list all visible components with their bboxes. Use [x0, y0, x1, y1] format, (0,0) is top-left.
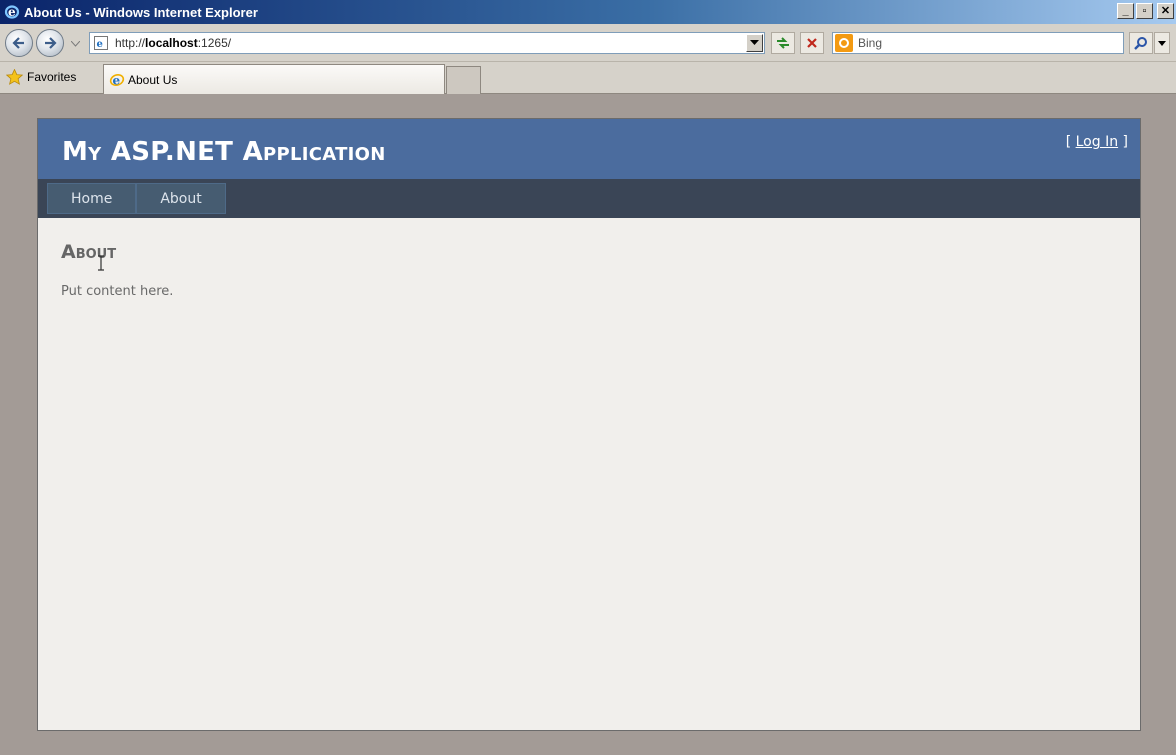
- search-button[interactable]: [1129, 32, 1153, 54]
- login-display: [ Log In ]: [1065, 134, 1128, 150]
- page-heading: About: [61, 241, 117, 263]
- site-menu: Home About: [38, 179, 1140, 218]
- favorites-label: Favorites: [27, 70, 77, 84]
- page-body-text: Put content here.: [61, 284, 174, 299]
- search-options-dropdown[interactable]: [1154, 32, 1170, 54]
- window-title: About Us - Windows Internet Explorer: [24, 4, 258, 20]
- tab-label: About Us: [128, 72, 178, 87]
- chevron-down-icon: [750, 40, 759, 45]
- login-link[interactable]: Log In: [1076, 134, 1118, 150]
- back-arrow-icon: [12, 37, 24, 49]
- minimize-button[interactable]: _: [1117, 3, 1134, 19]
- window-title-bar[interactable]: e About Us - Windows Internet Explorer _…: [0, 0, 1176, 24]
- favorites-bar: Favorites e About Us: [0, 62, 1176, 94]
- favorites-button[interactable]: Favorites: [6, 69, 76, 85]
- address-toolbar: e http://localhost:1265/ Bing: [0, 24, 1176, 62]
- site-title: My ASP.NET Application: [62, 137, 386, 167]
- back-button[interactable]: [5, 29, 33, 57]
- new-tab-button[interactable]: [446, 66, 481, 94]
- stop-button[interactable]: [800, 32, 824, 54]
- svg-text:e: e: [97, 39, 103, 50]
- tab-about-us[interactable]: e About Us: [103, 64, 445, 94]
- forward-arrow-icon: [45, 37, 57, 49]
- chevron-down-icon: [70, 41, 80, 47]
- maximize-button[interactable]: ▫: [1136, 3, 1153, 19]
- star-icon: [6, 69, 23, 85]
- refresh-icon: [777, 37, 789, 49]
- ie-page-icon: e: [93, 35, 109, 51]
- search-input[interactable]: Bing: [832, 32, 1124, 54]
- text-cursor-icon: [98, 255, 104, 271]
- history-dropdown[interactable]: [69, 38, 81, 50]
- ie-logo-icon: e: [3, 3, 21, 21]
- svg-text:e: e: [113, 73, 121, 87]
- site-header: My ASP.NET Application [ Log In ]: [38, 119, 1140, 179]
- search-icon: [1134, 37, 1147, 50]
- web-page: My ASP.NET Application [ Log In ] Home A…: [37, 118, 1141, 731]
- close-button[interactable]: ✕: [1157, 3, 1174, 19]
- search-placeholder: Bing: [858, 36, 883, 50]
- chevron-down-icon: [1158, 40, 1166, 46]
- address-dropdown-button[interactable]: [746, 34, 763, 52]
- bing-icon: [835, 34, 853, 52]
- address-url: http://localhost:1265/: [115, 36, 232, 50]
- refresh-button[interactable]: [771, 32, 795, 54]
- stop-icon: [807, 38, 817, 48]
- svg-text:e: e: [8, 5, 16, 19]
- menu-item-home[interactable]: Home: [47, 183, 137, 214]
- menu-item-about[interactable]: About: [136, 183, 226, 214]
- address-bar[interactable]: e http://localhost:1265/: [89, 32, 765, 54]
- forward-button[interactable]: [36, 29, 64, 57]
- ie-logo-icon: e: [109, 72, 125, 88]
